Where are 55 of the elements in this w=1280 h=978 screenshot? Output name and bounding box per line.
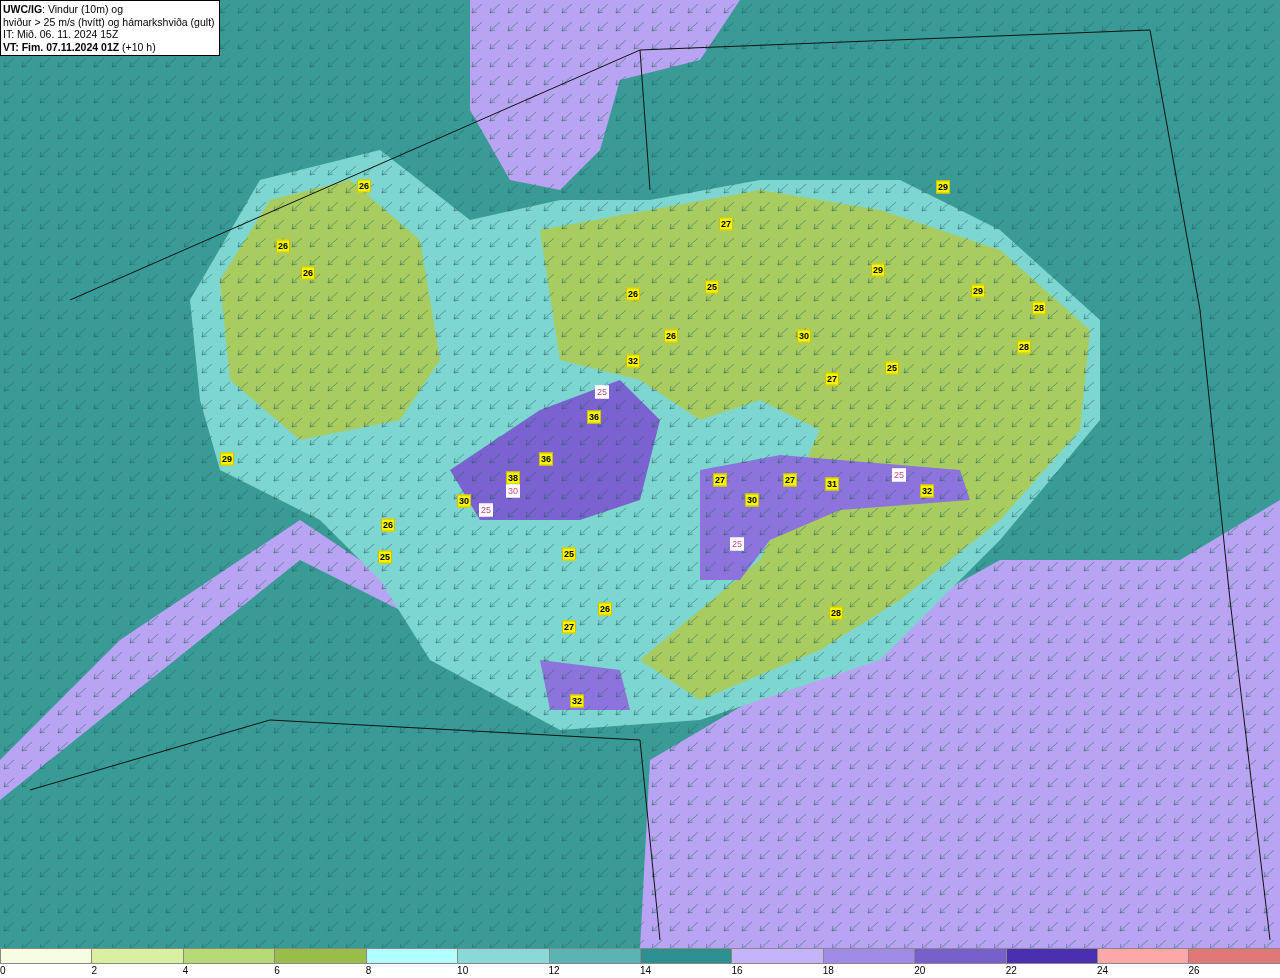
gust-value-label: 28	[1032, 301, 1046, 315]
legend-tick-label: 14	[639, 964, 653, 978]
contour-value-label: 25	[730, 537, 744, 551]
contour-value-label: 25	[479, 503, 493, 517]
gust-value-label: 29	[871, 263, 885, 277]
legend-tick-label: 6	[274, 964, 281, 978]
gust-value-label: 28	[1017, 340, 1031, 354]
gust-value-label: 27	[562, 620, 576, 634]
gust-value-label: 26	[276, 239, 290, 253]
gust-value-label: 27	[713, 473, 727, 487]
legend-tick-label: 4	[182, 964, 190, 978]
legend-tick-label: 10	[457, 964, 470, 978]
legend-tick-label: 12	[548, 964, 561, 978]
contour-value-label: 30	[506, 484, 520, 498]
gust-value-label: 30	[797, 329, 811, 343]
gust-value-label: 29	[971, 284, 985, 298]
gust-value-label: 27	[719, 217, 733, 231]
gust-value-label: 29	[220, 452, 234, 466]
gust-value-label: 32	[626, 354, 640, 368]
gust-value-label: 25	[705, 280, 719, 294]
gust-value-label: 30	[745, 493, 759, 507]
gust-value-label: 26	[598, 602, 612, 616]
gust-value-label: 25	[885, 361, 899, 375]
legend-tick-label: 8	[365, 964, 373, 978]
gust-value-label: 29	[936, 180, 950, 194]
legend-tick-label: 2	[91, 964, 98, 978]
gust-value-label: 27	[783, 473, 797, 487]
gust-value-label: 25	[378, 550, 392, 564]
contour-value-label: 25	[892, 468, 906, 482]
gust-value-label: 30	[457, 494, 471, 508]
gust-value-label: 31	[825, 477, 839, 491]
legend-tick-label: 22	[1005, 964, 1018, 978]
gust-value-label: 25	[562, 547, 576, 561]
gust-value-label: 26	[664, 329, 678, 343]
gust-value-label: 28	[829, 606, 843, 620]
legend-tick-label: 16	[731, 964, 744, 978]
legend-tick-label: 18	[822, 964, 835, 978]
legend-tick-label: 26	[1188, 964, 1201, 978]
gust-value-label: 26	[626, 287, 640, 301]
title-line: IT: Mið. 06. 11. 2024 15Z	[3, 28, 120, 41]
gust-value-label: 27	[825, 372, 839, 386]
legend-tick-label: 24	[1097, 964, 1110, 978]
title-line: UWC/IG: Vindur (10m) og	[3, 3, 124, 16]
gust-value-label: 26	[301, 266, 315, 280]
contour-value-label: 25	[595, 385, 609, 399]
legend-tick-label: 0	[0, 964, 7, 978]
gust-value-label: 26	[357, 179, 371, 193]
title-line: hviður > 25 m/s (hvítt) og hámarkshviða (gult)	[3, 15, 215, 28]
legend-tick-label: 20	[914, 964, 927, 978]
gust-value-label: 32	[920, 484, 934, 498]
gust-value-label: 38	[506, 471, 520, 485]
gust-value-label: 26	[381, 518, 395, 532]
gust-value-label: 36	[587, 410, 601, 424]
gust-value-label: 36	[539, 452, 553, 466]
title-line: VT: Fim. 07.11.2024 01Z (+10 h)	[3, 40, 157, 53]
